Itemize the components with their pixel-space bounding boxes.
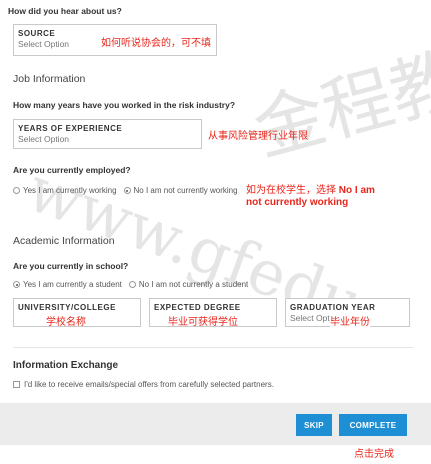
- source-select[interactable]: SOURCE Select Option 如何听说协会的，可不填: [13, 24, 217, 56]
- consent-label[interactable]: I'd like to receive emails/special offer…: [24, 380, 274, 389]
- years-caption: YEARS OF EXPERIENCE: [18, 124, 123, 133]
- complete-button[interactable]: COMPLETE: [339, 414, 407, 436]
- complete-annotation: 点击完成: [354, 449, 394, 460]
- employed-annotation-line2: not currently working: [246, 197, 349, 208]
- grad-caption: GRADUATION YEAR: [290, 303, 376, 312]
- skip-button[interactable]: SKIP: [296, 414, 332, 436]
- source-caption: SOURCE: [18, 29, 56, 38]
- academic-information-heading: Academic Information: [13, 235, 115, 247]
- employed-annotation-cn: 如为在校学生，选择: [246, 185, 339, 196]
- consent-checkbox[interactable]: [13, 381, 20, 388]
- employed-annotation-en: No I am: [338, 185, 375, 196]
- employed-annotation-line1: 如为在校学生，选择 No I am: [246, 181, 375, 196]
- years-placeholder: Select Option: [18, 134, 70, 144]
- grad-annotation: 毕业年份: [330, 313, 370, 328]
- school-no-radio[interactable]: [128, 281, 136, 288]
- hear-about-question: How did you hear about us?: [8, 6, 122, 16]
- information-exchange-heading: Information Exchange: [13, 360, 119, 371]
- watermark-logo: 金程教育: [245, 19, 431, 172]
- school-yes-label[interactable]: Yes I am currently a student: [23, 280, 122, 289]
- university-annotation: 学校名称: [46, 317, 86, 328]
- employed-yes-radio[interactable]: [13, 187, 20, 194]
- source-placeholder: Select Option: [18, 39, 70, 49]
- employed-yes-label[interactable]: Yes I am currently working: [23, 186, 117, 195]
- school-yes-radio[interactable]: [13, 281, 20, 288]
- job-information-heading: Job Information: [13, 73, 86, 85]
- employed-question: Are you currently employed?: [13, 165, 131, 175]
- university-field[interactable]: UNIVERSITY/COLLEGE 学校名称: [13, 298, 141, 328]
- consent-row: I'd like to receive emails/special offer…: [13, 380, 274, 389]
- years-select[interactable]: YEARS OF EXPERIENCE Select Option: [13, 119, 202, 149]
- degree-annotation: 毕业可获得学位: [168, 317, 238, 328]
- source-annotation: 如何听说协会的，可不填: [101, 38, 211, 49]
- school-no-label[interactable]: No I am not currently a student: [139, 280, 248, 289]
- employed-radio-group: Yes I am currently working No I am not c…: [13, 186, 238, 195]
- graduation-year-select[interactable]: GRADUATION YEAR Select Option 毕业年份: [285, 298, 410, 328]
- employed-no-radio[interactable]: [123, 187, 131, 194]
- employed-no-label[interactable]: No I am not currently working: [134, 186, 238, 195]
- degree-caption: EXPECTED DEGREE: [154, 303, 241, 312]
- expected-degree-field[interactable]: EXPECTED DEGREE 毕业可获得学位: [149, 298, 277, 328]
- years-question: How many years have you worked in the ri…: [13, 100, 236, 110]
- university-caption: UNIVERSITY/COLLEGE: [18, 303, 116, 312]
- years-annotation: 从事风险管理行业年限: [208, 131, 308, 142]
- school-radio-group: Yes I am currently a student No I am not…: [13, 280, 248, 289]
- school-question: Are you currently in school?: [13, 261, 129, 271]
- section-divider: [13, 347, 413, 348]
